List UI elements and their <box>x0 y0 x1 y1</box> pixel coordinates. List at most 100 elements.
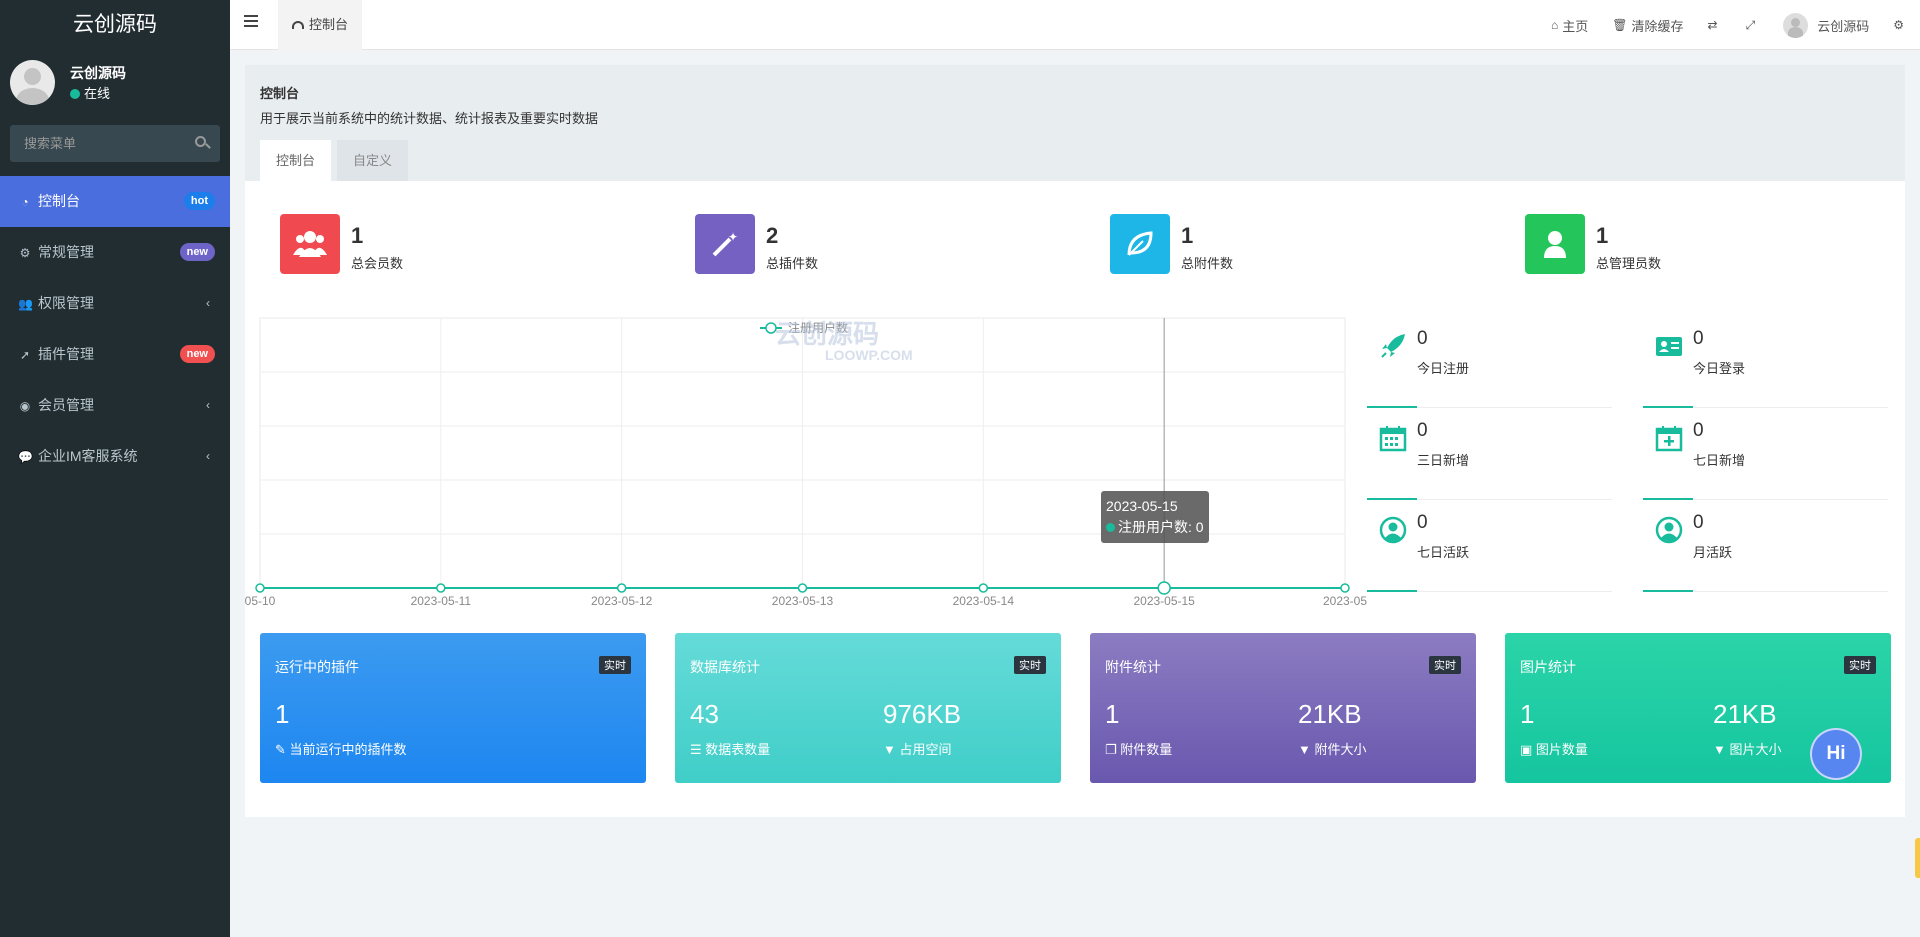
realtime-badge: 实时 <box>1844 656 1876 674</box>
card-sublabel: ▼ 图片大小 <box>1713 742 1782 757</box>
chevron-left-icon: ‹ <box>206 296 210 310</box>
mini-stat-monthly-active: 0 月活跃 <box>1643 500 1888 592</box>
mini-stat-value: 0 <box>1693 512 1704 533</box>
users-icon <box>280 214 340 274</box>
stat-value: 1 <box>1181 223 1194 248</box>
data-point <box>1340 583 1350 593</box>
avatar <box>1783 12 1809 38</box>
sidebar-item-dashboard[interactable]: ◔ 控制台 hot <box>0 176 230 227</box>
chart-tooltip: 2023-05-15 注册用户数: 0 <box>1101 491 1209 543</box>
user-menu[interactable]: 云创源码 <box>1771 0 1881 50</box>
mini-stat-value: 0 <box>1417 512 1428 533</box>
main-content: 控制台 用于展示当前系统中的统计数据、统计报表及重要实时数据 控制台 自定义 1… <box>245 65 1905 817</box>
mini-stat-label: 七日新增 <box>1693 453 1746 468</box>
x-tick-label: 05-10 <box>245 594 276 608</box>
sidebar-item-im[interactable]: 💬 企业IM客服系统 ‹ <box>0 431 230 482</box>
tab-dashboard[interactable]: 控制台 <box>260 140 332 181</box>
filter-icon: ▼ <box>1713 742 1730 757</box>
series-dot-icon <box>1106 523 1115 532</box>
card-title: 图片统计 <box>1520 659 1576 675</box>
data-point <box>436 583 446 593</box>
mini-stat-label: 七日活跃 <box>1417 545 1470 560</box>
menu-search <box>10 125 220 162</box>
settings-button[interactable]: ⚙ <box>1881 0 1920 50</box>
stat-value: 1 <box>351 223 364 248</box>
registration-chart: 05-10 2023-05-11 2023-05-12 2023-05-13 2023-… <box>245 317 1367 618</box>
sidebar-toggle-icon[interactable] <box>244 15 258 33</box>
x-tick-label: 2023-05-11 <box>411 594 472 608</box>
cogs-icon: ⚙ <box>1893 18 1904 32</box>
trash-icon: 🗑 <box>1612 18 1628 32</box>
dashboard-icon: ◔ <box>21 195 29 209</box>
stat-label: 总会员数 <box>351 256 404 271</box>
clear-cache-button[interactable]: 🗑 清除缓存 <box>1600 0 1695 50</box>
card-running-addons: 运行中的插件 实时 1 ✎ 当前运行中的插件数 <box>260 633 646 783</box>
image-icon: ▣ <box>1520 742 1536 757</box>
side-feedback-tab[interactable] <box>1915 838 1920 878</box>
x-tick-label: 2023-05-15 <box>1133 594 1195 608</box>
x-tick-label: 2023-05-13 <box>772 594 834 608</box>
menu-search-input[interactable] <box>10 125 220 162</box>
tooltip-date: 2023-05-15 <box>1106 498 1178 514</box>
card-value: 1 <box>1520 699 1535 729</box>
realtime-badge: 实时 <box>1014 656 1046 674</box>
mini-stat-7day-active: 0 七日活跃 <box>1367 500 1612 592</box>
tab-custom[interactable]: 自定义 <box>337 140 409 181</box>
card-value: 976KB <box>883 699 962 729</box>
x-tick-label: 2023-05-14 <box>953 594 1015 608</box>
filter-icon: ▼ <box>1298 742 1315 757</box>
card-value: 21KB <box>1713 699 1777 729</box>
card-value: 1 <box>275 699 290 729</box>
card-sublabel: ✎ 当前运行中的插件数 <box>275 742 407 757</box>
card-database-stats: 数据库统计 实时 43 ☰ 数据表数量 976KB ▼ 占用空间 <box>675 633 1061 783</box>
mini-stat-3day-new: 0 三日新增 <box>1367 408 1612 500</box>
home-link[interactable]: ⌂ 主页 <box>1539 0 1600 50</box>
x-tick-label: 2023-05 <box>1323 594 1367 608</box>
sidebar-item-auth[interactable]: 👥 权限管理 ‹ <box>0 278 230 329</box>
panel-heading: 控制台 用于展示当前系统中的统计数据、统计报表及重要实时数据 控制台 自定义 <box>245 65 1905 181</box>
underline <box>1643 590 1693 592</box>
hot-badge: hot <box>183 192 215 210</box>
stat-label: 总管理员数 <box>1596 256 1662 271</box>
mini-stat-value: 0 <box>1693 420 1704 441</box>
user-circle-icon: ◉ <box>19 399 31 413</box>
rocket-icon <box>1381 334 1405 358</box>
user-circle-icon <box>1379 516 1407 544</box>
data-point <box>797 583 808 593</box>
stat-label: 总附件数 <box>1181 256 1234 271</box>
card-sublabel: ☰ 数据表数量 <box>690 742 771 757</box>
user-status: 在线 <box>70 83 110 102</box>
card-attachment-stats: 附件统计 实时 1 ❐ 附件数量 21KB ▼ 附件大小 <box>1090 633 1476 783</box>
sidebar-item-members[interactable]: ◉ 会员管理 ‹ <box>0 380 230 431</box>
mini-stat-value: 0 <box>1693 328 1704 349</box>
mini-stat-today-login: 0 今日登录 <box>1643 316 1888 408</box>
rocket-icon: ➚ <box>19 348 31 362</box>
users-icon: 👥 <box>18 297 33 311</box>
data-point <box>616 583 627 593</box>
tab-dashboard[interactable]: 控制台 <box>278 0 363 50</box>
search-icon[interactable] <box>195 136 206 147</box>
realtime-badge: 实时 <box>599 656 631 674</box>
realtime-badge: 实时 <box>1429 656 1461 674</box>
mini-stat-value: 0 <box>1417 328 1428 349</box>
chat-hi-button[interactable]: Hi <box>1812 730 1860 778</box>
x-tick-label: 2023-05-12 <box>591 594 653 608</box>
stat-value: 2 <box>766 223 779 248</box>
cogs-icon: ⚙ <box>19 246 31 260</box>
mini-stat-label: 三日新增 <box>1417 453 1470 468</box>
sidebar-item-general[interactable]: ⚙ 常规管理 new <box>0 227 230 278</box>
mini-stat-label: 今日登录 <box>1693 361 1746 376</box>
card-sublabel: ▼ 占用空间 <box>883 742 952 757</box>
comment-icon: 💬 <box>18 450 33 464</box>
chevron-left-icon: ‹ <box>206 398 210 412</box>
magic-wand-icon: ✦ <box>695 214 755 274</box>
sidebar-item-addons[interactable]: ➚ 插件管理 new <box>0 329 230 380</box>
fullscreen-button[interactable]: ⤢ <box>1734 0 1772 50</box>
app-logo[interactable]: 云创源码 <box>0 0 230 50</box>
language-button[interactable]: ⇄ <box>1696 0 1734 50</box>
user-circle-icon <box>1655 516 1683 544</box>
user-panel: 云创源码 在线 <box>0 50 230 115</box>
panel-tabs: 控制台 自定义 <box>260 140 414 181</box>
card-title: 附件统计 <box>1105 659 1161 675</box>
card-title: 数据库统计 <box>690 659 760 675</box>
